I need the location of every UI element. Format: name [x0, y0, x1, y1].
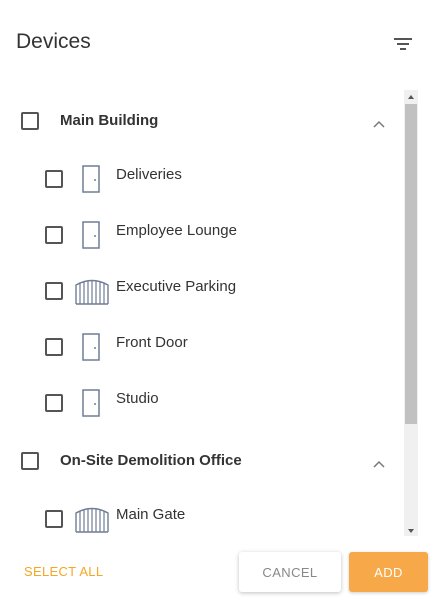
group-label: Main Building: [60, 112, 159, 129]
door-icon: [82, 221, 100, 249]
device-label: Front Door: [116, 334, 188, 351]
device-label: Employee Lounge: [116, 222, 237, 239]
dialog-title: Devices: [16, 30, 91, 53]
door-icon: [82, 165, 100, 193]
group-checkbox[interactable]: [21, 112, 39, 130]
device-row[interactable]: Deliveries: [0, 150, 402, 206]
device-row[interactable]: Main Gate: [0, 490, 402, 536]
scrollbar-thumb[interactable]: [405, 104, 417, 424]
group-row-on-site-demolition-office[interactable]: On-Site Demolition Office: [0, 432, 402, 488]
cancel-button[interactable]: CANCEL: [239, 552, 341, 592]
device-label: Studio: [116, 390, 159, 407]
device-checkbox[interactable]: [45, 226, 63, 244]
device-label: Main Gate: [116, 506, 186, 523]
dialog-header: Devices: [0, 0, 440, 88]
scrollbar[interactable]: [404, 90, 418, 536]
group-label: On-Site Demolition Office: [60, 452, 242, 469]
scroll-up-icon[interactable]: [404, 90, 418, 102]
gate-icon: [75, 505, 109, 533]
select-all-button[interactable]: SELECT ALL: [24, 564, 103, 579]
scroll-down-icon[interactable]: [404, 524, 418, 536]
device-list[interactable]: Main Building Deliveries Employee Lounge: [0, 92, 402, 536]
gate-icon: [75, 277, 109, 305]
group-row-main-building[interactable]: Main Building: [0, 92, 402, 148]
device-checkbox[interactable]: [45, 338, 63, 356]
dialog-footer: SELECT ALL CANCEL ADD: [0, 546, 440, 606]
device-row[interactable]: Front Door: [0, 318, 402, 374]
device-row[interactable]: Executive Parking: [0, 262, 402, 318]
device-label: Executive Parking: [116, 278, 237, 295]
door-icon: [82, 333, 100, 361]
device-checkbox[interactable]: [45, 510, 63, 528]
chevron-up-icon[interactable]: [372, 456, 386, 468]
filter-icon[interactable]: [390, 34, 418, 54]
device-label: Deliveries: [116, 166, 182, 183]
device-checkbox[interactable]: [45, 170, 63, 188]
chevron-up-icon[interactable]: [372, 116, 386, 128]
device-checkbox[interactable]: [45, 282, 63, 300]
device-checkbox[interactable]: [45, 394, 63, 412]
device-row[interactable]: Employee Lounge: [0, 206, 402, 262]
add-button[interactable]: ADD: [349, 552, 428, 592]
door-icon: [82, 389, 100, 417]
group-checkbox[interactable]: [21, 452, 39, 470]
device-row[interactable]: Studio: [0, 374, 402, 430]
